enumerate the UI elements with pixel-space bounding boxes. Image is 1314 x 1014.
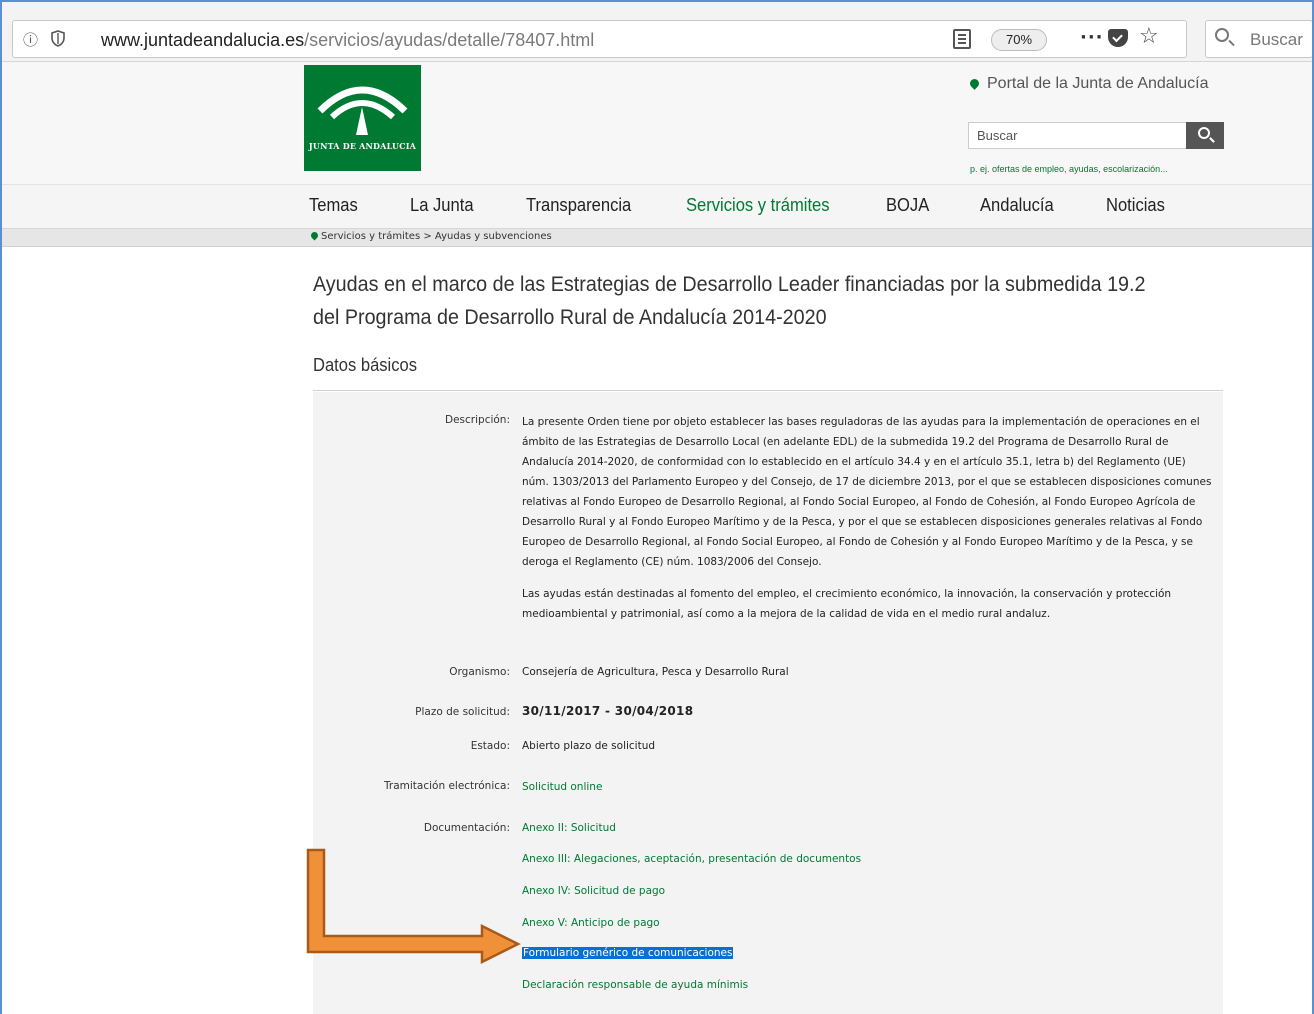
nav-item-transparencia[interactable]: Transparencia <box>526 195 631 216</box>
map-pin-icon <box>968 77 981 90</box>
nav-item-temas[interactable]: Temas <box>309 195 358 216</box>
documentacion-label: Documentación: <box>423 822 510 834</box>
url-text[interactable]: www.juntadeandalucia.es/servicios/ayudas… <box>101 30 594 51</box>
breadcrumb-item-servicios[interactable]: Servicios y trámites <box>321 231 420 242</box>
selected-text: Formulario genérico de comunicaciones <box>522 947 734 959</box>
map-pin-icon <box>309 230 320 241</box>
doc-link-anexo-iii[interactable]: Anexo III: Alegaciones, aceptación, pres… <box>522 853 861 865</box>
logo-text: JUNTA DE ANDALUCIA <box>308 141 417 151</box>
pocket-icon[interactable] <box>1108 29 1128 47</box>
organismo-label: Organismo: <box>449 666 510 678</box>
url-host: www.juntadeandalucia.es <box>101 30 305 50</box>
nav-item-servicios[interactable]: Servicios y trámites <box>686 195 830 216</box>
tramitacion-label: Tramitación electrónica: <box>384 780 510 792</box>
shield-icon[interactable] <box>51 30 65 47</box>
organismo-value: Consejería de Agricultura, Pesca y Desar… <box>522 666 789 678</box>
site-search-button[interactable] <box>1186 122 1224 149</box>
portal-link-label: Portal de la Junta de Andalucía <box>987 75 1209 92</box>
junta-logo[interactable]: JUNTA DE ANDALUCIA <box>304 65 421 171</box>
nav-item-boja[interactable]: BOJA <box>886 195 929 216</box>
section-title: Datos básicos <box>313 355 418 375</box>
descripcion-value: La presente Orden tiene por objeto estab… <box>522 412 1212 636</box>
breadcrumb-separator: > <box>423 231 432 242</box>
estado-label: Estado: <box>470 740 510 752</box>
estado-value: Abierto plazo de solicitud <box>522 740 656 752</box>
doc-link-anexo-ii[interactable]: Anexo II: Solicitud <box>522 822 616 834</box>
nav-item-la-junta[interactable]: La Junta <box>410 195 474 216</box>
portal-link[interactable]: Portal de la Junta de Andalucía <box>968 75 1209 93</box>
search-icon <box>1198 127 1210 139</box>
doc-link-declaracion-minimis[interactable]: Declaración responsable de ayuda mínimis <box>522 979 748 991</box>
bookmark-star-icon[interactable]: ☆ <box>1139 24 1159 49</box>
solicitud-online-link[interactable]: Solicitud online <box>522 781 602 793</box>
section-divider <box>313 390 1223 391</box>
nav-item-noticias[interactable]: Noticias <box>1106 195 1165 216</box>
plazo-value: 30/11/2017 - 30/04/2018 <box>522 704 694 718</box>
search-icon <box>1215 28 1229 42</box>
zoom-level-badge[interactable]: 70% <box>991 29 1047 51</box>
search-hint: p. ej. ofertas de empleo, ayudas, escola… <box>970 164 1168 174</box>
descripcion-paragraph-2: Las ayudas están destinadas al fomento d… <box>522 588 1172 620</box>
doc-link-formulario-generico[interactable]: Formulario genérico de comunicaciones <box>522 947 734 959</box>
annotation-arrow <box>306 848 521 965</box>
descripcion-paragraph-1: La presente Orden tiene por objeto estab… <box>522 416 1212 568</box>
breadcrumb: Servicios y trámites > Ayudas y subvenci… <box>309 230 552 242</box>
browser-search-box[interactable]: Buscar <box>1205 20 1313 58</box>
url-path: /servicios/ayudas/detalle/78407.html <box>304 30 595 50</box>
breadcrumb-bar: Servicios y trámites > Ayudas y subvenci… <box>2 228 1312 247</box>
browser-toolbar: ⓘ www.juntadeandalucia.es/servicios/ayud… <box>2 2 1313 62</box>
logo-arcs-icon <box>317 86 408 135</box>
plazo-label: Plazo de solicitud: <box>415 706 510 718</box>
doc-link-anexo-v[interactable]: Anexo V: Anticipo de pago <box>522 917 660 929</box>
site-search-input[interactable]: Buscar <box>968 122 1188 149</box>
url-bar[interactable]: ⓘ www.juntadeandalucia.es/servicios/ayud… <box>12 20 1187 58</box>
site-header: JUNTA DE ANDALUCIA Portal de la Junta de… <box>2 62 1312 184</box>
info-icon[interactable]: ⓘ <box>23 29 38 50</box>
more-actions-icon[interactable]: ··· <box>1080 27 1104 48</box>
main-nav: Temas La Junta Transparencia Servicios y… <box>2 184 1312 228</box>
page-title: Ayudas en el marco de las Estrategias de… <box>313 273 1146 329</box>
nav-item-andalucia[interactable]: Andalucía <box>980 195 1054 216</box>
descripcion-label: Descripción: <box>445 414 510 426</box>
reader-view-icon[interactable] <box>953 29 971 49</box>
doc-link-anexo-iv[interactable]: Anexo IV: Solicitud de pago <box>522 885 665 897</box>
breadcrumb-item-ayudas[interactable]: Ayudas y subvenciones <box>435 231 552 242</box>
browser-search-placeholder: Buscar <box>1250 30 1303 49</box>
